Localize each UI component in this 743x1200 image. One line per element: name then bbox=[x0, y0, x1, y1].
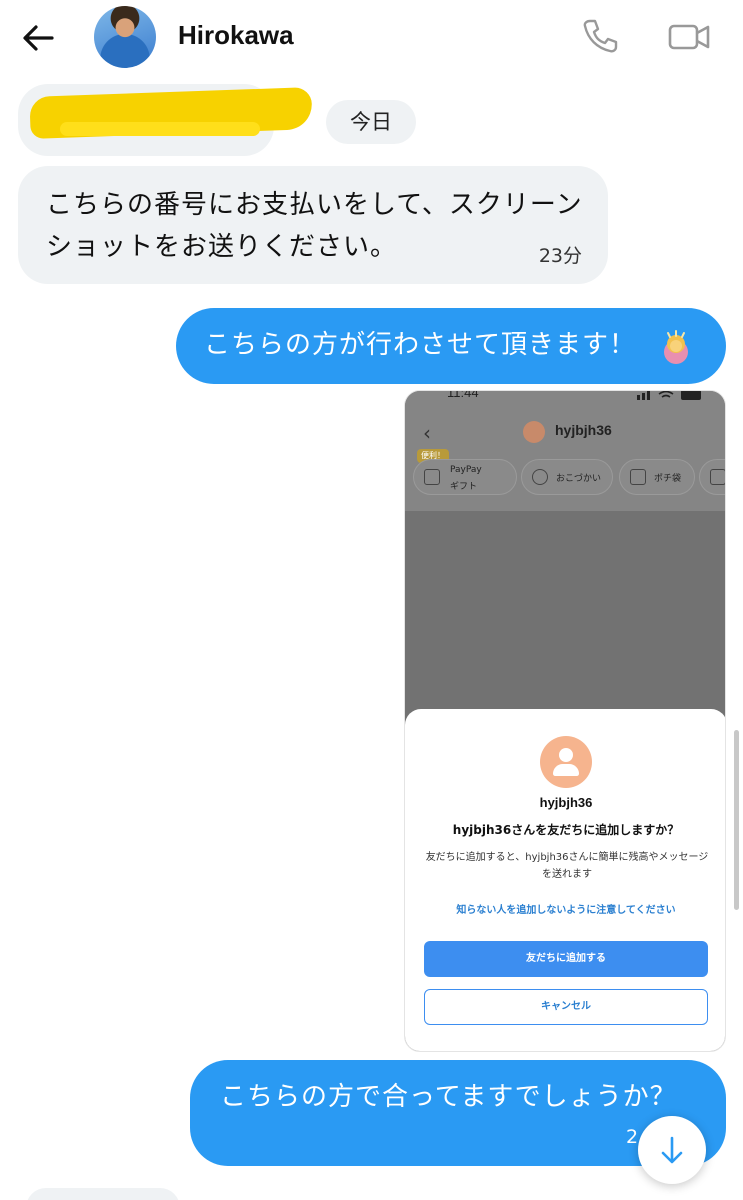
attached-screenshot-image[interactable]: 11:44 ‹ hyjbjh36 便利！ PayPay ギフト おこづかい ポチ… bbox=[404, 390, 726, 1052]
phone-icon[interactable] bbox=[580, 16, 620, 56]
screenshot-chip-envelope: ポチ袋 bbox=[619, 459, 695, 495]
envelope-icon bbox=[630, 469, 646, 485]
bowing-woman-emoji-icon bbox=[664, 330, 688, 364]
message-text: こちらの番号にお支払いをして、スクリーンショットをお送りください。 bbox=[46, 190, 583, 262]
video-camera-icon[interactable] bbox=[666, 18, 712, 56]
sheet-user-name: hyjbjh36 bbox=[539, 795, 593, 810]
contact-avatar[interactable] bbox=[94, 6, 156, 68]
screenshot-app-header: 11:44 ‹ hyjbjh36 便利！ PayPay ギフト おこづかい ポチ… bbox=[405, 390, 725, 511]
screenshot-chip-paypay-gift: PayPay ギフト bbox=[413, 459, 517, 495]
message-time: 2 bbox=[626, 1126, 639, 1148]
message-text: こちらの方が行わさせて頂きます！ bbox=[204, 330, 637, 360]
arrow-down-icon bbox=[661, 1136, 683, 1164]
chat-header: Hirokawa bbox=[0, 0, 743, 78]
incoming-message-bubble[interactable]: こちらの番号にお支払いをして、スクリーンショットをお送りください。 23分 bbox=[18, 166, 608, 284]
screenshot-user-avatar bbox=[523, 421, 545, 443]
gift-icon bbox=[424, 469, 440, 485]
sheet-warning: 知らない人を追加しないように注意してください bbox=[456, 905, 676, 916]
screenshot-back-icon: ‹ bbox=[423, 421, 431, 445]
contact-name[interactable]: Hirokawa bbox=[178, 20, 294, 51]
scroll-to-bottom-button[interactable] bbox=[638, 1116, 706, 1184]
scrollbar[interactable] bbox=[734, 730, 739, 910]
status-indicators-icon bbox=[637, 391, 701, 400]
message-time: 23分 bbox=[538, 245, 582, 267]
screenshot-chip-allowance: おこづかい bbox=[521, 459, 613, 495]
sheet-add-friend-button: 友だちに追加する bbox=[424, 941, 708, 977]
add-friend-sheet: hyjbjh36 hyjbjh36さんを友だちに追加しますか？ 友だちに追加する… bbox=[405, 709, 725, 1051]
person-avatar-icon bbox=[540, 736, 592, 788]
date-separator: 今日 bbox=[326, 100, 416, 144]
incoming-message-bubble-partial[interactable] bbox=[26, 1188, 180, 1200]
arrow-left-icon[interactable] bbox=[18, 18, 58, 58]
outgoing-message-bubble[interactable]: こちらの方が行わさせて頂きます！ bbox=[176, 308, 726, 384]
screenshot-chip-partial bbox=[699, 459, 725, 495]
money-bag-icon bbox=[532, 469, 548, 485]
sheet-description: 友だちに追加すると、hyjbjh36さんに簡単に残高やメッセージを送れます bbox=[425, 852, 709, 880]
message-text: こちらの方で合ってますでしょうか？ bbox=[220, 1082, 677, 1112]
redaction-mark bbox=[60, 122, 260, 136]
sheet-cancel-button: キャンセル bbox=[424, 989, 708, 1025]
screenshot-status-time: 11:44 bbox=[447, 390, 479, 400]
yen-icon bbox=[710, 469, 725, 485]
screenshot-user-name: hyjbjh36 bbox=[555, 422, 612, 438]
sheet-question: hyjbjh36さんを友だちに追加しますか？ bbox=[452, 823, 680, 837]
